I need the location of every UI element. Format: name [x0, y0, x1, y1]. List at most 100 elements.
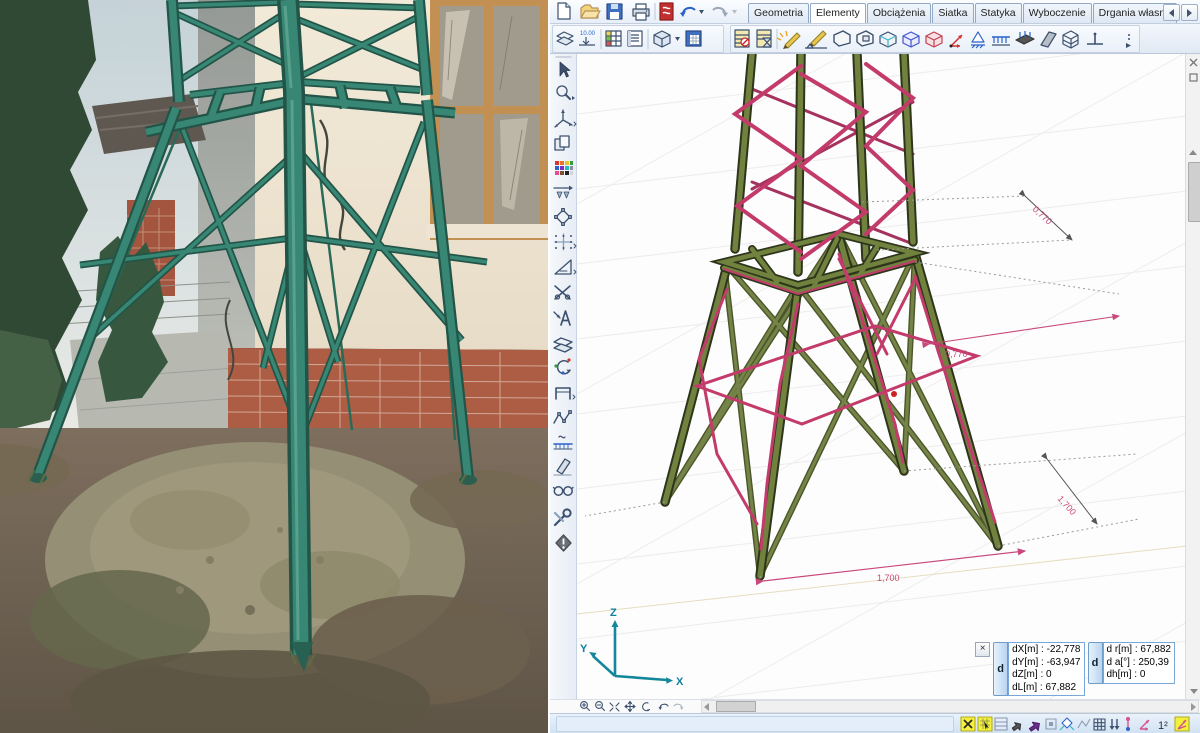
result-table-icon[interactable]	[606, 31, 621, 46]
beam-load-icon[interactable]	[554, 436, 572, 449]
solid-box-red-icon[interactable]	[926, 32, 942, 47]
angle-snap-icon[interactable]	[1175, 717, 1189, 731]
layers-icon[interactable]	[557, 32, 573, 45]
move-icon[interactable]	[554, 186, 573, 199]
tab-elementy[interactable]: Elementy	[810, 3, 866, 23]
save-file-icon[interactable]	[607, 4, 622, 19]
local-axes-pink-icon[interactable]	[1140, 720, 1149, 731]
divide-icon[interactable]	[555, 286, 570, 299]
redo-icon[interactable]	[713, 8, 728, 17]
pdf-export-icon[interactable]	[660, 3, 673, 20]
pan-icon[interactable]	[625, 702, 635, 712]
copy-icon[interactable]	[555, 136, 569, 150]
zoom-toolbar	[550, 699, 1200, 713]
copy-forward-icon[interactable]	[1011, 720, 1024, 733]
undo-dropdown-icon[interactable]	[699, 10, 704, 14]
surface-load-icon[interactable]	[1016, 31, 1034, 44]
polyline-icon[interactable]	[554, 411, 571, 423]
close-icon[interactable]: ×	[975, 642, 990, 657]
model-canvas[interactable]: 0,770 0,770 1,700 1,700 Z X Y	[577, 54, 1185, 699]
support-icon[interactable]	[971, 32, 985, 48]
tower-model[interactable]	[665, 54, 998, 576]
frame-generator-icon[interactable]	[556, 388, 575, 399]
exponent-display-icon[interactable]: 1²	[1158, 720, 1168, 732]
frame-3d-icon[interactable]	[1063, 31, 1078, 48]
mesh-grid-icon[interactable]	[1094, 719, 1105, 730]
grid-snap-icon[interactable]	[978, 717, 992, 731]
axis-y-label: Y	[580, 643, 588, 655]
vertical-scrollbar[interactable]	[1185, 54, 1200, 699]
node-square-icon[interactable]	[1046, 719, 1056, 729]
close-view-icon[interactable]	[1187, 56, 1200, 69]
svg-text:10.00: 10.00	[580, 31, 596, 37]
tab-statyka[interactable]: Statyka	[975, 3, 1022, 23]
redo-dropdown-icon[interactable]	[732, 10, 737, 14]
tab-obciążenia[interactable]: Obciążenia	[867, 3, 932, 23]
selection-filter-icon[interactable]	[961, 717, 975, 731]
delta-toggle-button[interactable]: d	[993, 642, 1008, 696]
local-axes-icon[interactable]	[950, 35, 963, 48]
report-table-icon[interactable]	[628, 31, 642, 46]
tab-wyboczenie[interactable]: Wyboczenie	[1023, 3, 1092, 23]
zoom-icon[interactable]	[557, 86, 575, 100]
open-file-icon[interactable]	[581, 5, 600, 18]
undo-icon[interactable]	[680, 8, 695, 17]
tab-siatka[interactable]: Siatka	[932, 3, 973, 23]
horizontal-scrollbar[interactable]	[701, 700, 1199, 713]
view-3d-dropdown-icon[interactable]	[675, 37, 680, 41]
orbit-icon[interactable]	[643, 703, 650, 711]
dimension-style-icon[interactable]: 10.00	[579, 31, 596, 45]
renumber-icon[interactable]	[554, 358, 570, 374]
wall-icon[interactable]	[1041, 32, 1056, 47]
ucs-axes-icon[interactable]	[555, 110, 576, 127]
save-view-icon[interactable]	[686, 31, 701, 46]
table-sections-icon[interactable]	[757, 30, 771, 47]
view-3d-icon[interactable]	[654, 31, 670, 47]
member-release-icon[interactable]	[1087, 32, 1103, 43]
zoom-in-icon[interactable]	[581, 702, 590, 711]
table-view-icon[interactable]	[995, 718, 1007, 730]
section-box-icon[interactable]	[880, 32, 896, 47]
pen-colors-icon[interactable]	[555, 161, 573, 175]
zoom-window-icon[interactable]	[610, 703, 619, 711]
tab-geometria[interactable]: Geometria	[748, 3, 809, 23]
print-icon[interactable]	[633, 4, 649, 20]
scroll-up-icon[interactable]	[1187, 146, 1200, 159]
draw-element-icon[interactable]	[805, 31, 827, 48]
annotate-icon[interactable]	[554, 311, 570, 325]
panel-icon[interactable]	[834, 31, 850, 46]
double-arrow-down-icon[interactable]	[1110, 719, 1120, 730]
table-exclude-icon[interactable]	[735, 30, 749, 47]
view-options-icon[interactable]	[554, 487, 574, 495]
node-numbering-icon[interactable]	[1126, 717, 1130, 731]
new-file-icon[interactable]	[558, 3, 570, 19]
line-load-icon[interactable]	[992, 37, 1010, 45]
zoom-out-icon[interactable]	[596, 702, 605, 711]
solid-box-blue-icon[interactable]	[903, 32, 919, 47]
copy-forward-bold-icon[interactable]	[1028, 719, 1043, 733]
modify-icon[interactable]	[554, 459, 571, 475]
more-tools-icon[interactable]	[1126, 34, 1131, 48]
edit-node-icon[interactable]	[555, 209, 572, 226]
previous-view-icon[interactable]	[659, 704, 669, 710]
layers-flat-icon[interactable]	[554, 338, 572, 352]
next-view-icon[interactable]	[674, 704, 684, 710]
polyline-mode-icon[interactable]	[1078, 719, 1090, 728]
dim-label: 0,770	[945, 349, 968, 359]
restore-view-icon[interactable]	[1187, 71, 1200, 84]
scrollbar-thumb[interactable]	[1188, 162, 1200, 222]
select-icon[interactable]	[560, 62, 570, 77]
measure-icon[interactable]	[555, 260, 576, 274]
settings-icon[interactable]	[555, 509, 571, 525]
node-snap-icon[interactable]	[1060, 718, 1074, 730]
panel-opening-icon[interactable]	[857, 31, 873, 46]
scrollbar-thumb[interactable]	[716, 701, 756, 712]
delta-toggle-button[interactable]: d	[1088, 642, 1103, 684]
scroll-left-icon[interactable]	[704, 703, 709, 711]
scroll-right-icon[interactable]	[1191, 703, 1196, 711]
tabs-scroll-left-icon[interactable]	[1163, 4, 1180, 21]
info-icon[interactable]	[556, 535, 571, 551]
tabs-scroll-right-icon[interactable]	[1181, 4, 1198, 21]
draw-node-icon[interactable]	[777, 31, 800, 49]
snap-grid-icon[interactable]	[555, 234, 576, 250]
